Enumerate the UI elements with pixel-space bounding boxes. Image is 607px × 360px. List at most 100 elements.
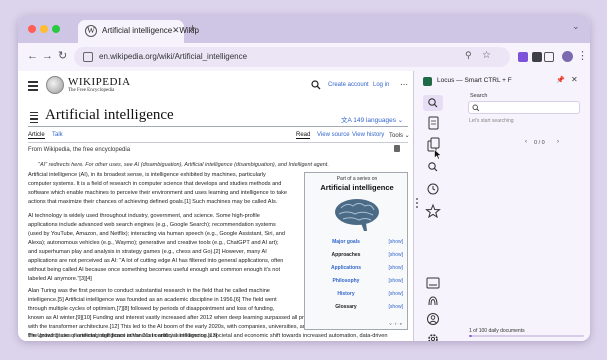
infobox-row-approaches[interactable]: Approaches [show] [311, 252, 403, 262]
window-minimize-button[interactable] [40, 25, 48, 33]
reload-button[interactable]: ↻ [58, 50, 67, 62]
browser-tab-active[interactable]: W Artificial intelligence - Wikip ✕ [78, 20, 199, 43]
previous-match-icon[interactable]: ‹ [525, 139, 527, 145]
tab-view-history[interactable]: View history [352, 132, 384, 138]
daily-quota-bar-fill [469, 335, 473, 337]
tools-dropdown[interactable]: Tools ⌄ [389, 132, 410, 139]
infobox-row-label[interactable]: Applications [311, 265, 381, 271]
window-close-button[interactable] [28, 25, 36, 33]
browser-menu-icon[interactable]: ⋮ [577, 50, 588, 62]
match-pager: ‹ 0 / 0 › [525, 139, 559, 146]
account-icon[interactable] [422, 311, 444, 327]
infobox-row-philosophy[interactable]: Philosophy [show] [311, 278, 403, 288]
hatnote: "AI" redirects here. For other uses, see… [38, 162, 329, 168]
infobox-row-applications[interactable]: Applications [show] [311, 265, 403, 275]
page-title: Artificial intelligence [45, 107, 174, 123]
browser-toolbar: ← → ↻ en.wikipedia.org/wiki/Artificial_i… [18, 43, 590, 71]
infobox-vte-links[interactable]: v · t · e [390, 321, 402, 326]
create-account-link[interactable]: Create account [328, 82, 369, 88]
paragraph-line: applications are not perceived as AI: "A… [28, 258, 284, 264]
keyboard-icon[interactable] [422, 275, 444, 291]
fingerprint-icon[interactable] [422, 293, 444, 309]
tab-read[interactable]: Read [296, 132, 311, 139]
paragraph-line: through multiple cycles of optimism,[7][… [28, 306, 275, 312]
settings-icon[interactable] [422, 331, 444, 341]
locus-logo-icon [423, 77, 432, 86]
zoom-icon[interactable]: ⚲ [465, 50, 472, 61]
tab-close-icon[interactable]: ✕ [172, 25, 180, 36]
search-icon[interactable] [422, 95, 444, 111]
match-counter: 0 / 0 [534, 140, 545, 146]
side-panel-icon[interactable] [544, 52, 554, 62]
window-maximize-button[interactable] [52, 25, 60, 33]
tab-strip: W Artificial intelligence - Wikip ✕ + ⌄ [18, 15, 590, 43]
language-count[interactable]: 149 languages [353, 117, 396, 124]
browser-window: W Artificial intelligence - Wikip ✕ + ⌄ … [18, 15, 590, 341]
infobox-row-label[interactable]: Major goals [311, 239, 381, 245]
log-in-link[interactable]: Log in [373, 82, 389, 88]
intro-paragraph-1: Artificial intelligence (AI), in its bro… [28, 171, 298, 207]
forward-button[interactable]: → [42, 50, 53, 62]
star-icon[interactable] [422, 203, 444, 219]
paragraph-line: software which enable machines to percei… [28, 190, 288, 196]
paragraph-line: AI technology is widely used throughout … [28, 213, 260, 219]
toc-toggle-icon[interactable] [30, 112, 38, 125]
paragraph-line: labeled AI anymore."[3][4] [28, 276, 92, 282]
protected-lock-icon[interactable] [394, 145, 400, 152]
language-selector[interactable]: 文A 149 languages ⌄ [341, 114, 403, 124]
extensions-puzzle-icon[interactable] [532, 52, 542, 62]
infobox-show-toggle[interactable]: [show] [389, 239, 403, 245]
tools-label[interactable]: Tools [389, 133, 403, 139]
infobox-row-glossary[interactable]: Glossary [show] [311, 304, 403, 314]
intro-paragraph-2: AI technology is widely used throughout … [28, 212, 298, 284]
infobox-show-toggle[interactable]: [show] [389, 265, 403, 271]
new-tab-button[interactable]: + [189, 21, 196, 35]
pin-icon[interactable]: 📌 [556, 76, 565, 84]
infobox-row-history[interactable]: History [show] [311, 291, 403, 301]
infobox-row-label[interactable]: History [311, 291, 381, 297]
tab-search-chevron-icon[interactable]: ⌄ [572, 21, 580, 32]
search-field[interactable] [468, 101, 580, 114]
address-bar[interactable]: en.wikipedia.org/wiki/Artificial_intelli… [74, 47, 510, 67]
infobox-row-label[interactable]: Philosophy [311, 278, 381, 284]
url-text[interactable]: en.wikipedia.org/wiki/Artificial_intelli… [99, 52, 247, 61]
infobox-show-toggle[interactable]: [show] [389, 304, 403, 310]
personal-tools-more-icon[interactable]: ⋯ [400, 80, 408, 89]
brain-illustration[interactable] [327, 196, 387, 232]
next-match-icon[interactable]: › [557, 139, 559, 145]
search-settings-icon[interactable] [422, 159, 444, 175]
panel-close-icon[interactable]: ✕ [571, 75, 578, 84]
paragraph-line: (used by YouTube, Amazon, and Netflix); … [28, 231, 285, 237]
paragraph-4-start: The growing use of artificial intelligen… [28, 333, 388, 339]
daily-quota-text: 1 of 100 daily documents [469, 328, 525, 334]
infobox-row-major-goals[interactable]: Major goals [show] [311, 239, 403, 249]
bookmark-star-icon[interactable]: ☆ [482, 50, 491, 61]
tab-view-source[interactable]: View source [317, 132, 350, 138]
search-input[interactable] [483, 103, 575, 113]
document-icon[interactable] [422, 115, 444, 131]
panel-header: Locus — Smart CTRL + F 📌 ✕ [414, 71, 590, 91]
main-menu-icon[interactable] [28, 81, 38, 93]
history-icon[interactable] [422, 181, 444, 197]
panel-search-view: Search Let's start searching ‹ 0 / 0 › 1… [448, 91, 590, 341]
infobox-title[interactable]: Artificial intelligence [305, 183, 409, 192]
panel-resize-handle[interactable] [416, 198, 418, 210]
locus-extension-icon[interactable] [518, 52, 528, 62]
infobox-show-toggle[interactable]: [show] [389, 252, 403, 258]
tab-talk[interactable]: Talk [52, 132, 63, 138]
ai-series-infobox: Part of a series on Artificial intellige… [304, 172, 408, 330]
tab-article[interactable]: Article [28, 132, 45, 139]
paragraph-line: Artificial intelligence (AI), in its bro… [28, 172, 266, 178]
infobox-show-toggle[interactable]: [show] [389, 278, 403, 284]
mouse-pointer-icon [434, 149, 442, 160]
infobox-show-toggle[interactable]: [show] [389, 291, 403, 297]
wikipedia-page: WIKIPEDIA The Free Encyclopedia Create a… [18, 71, 413, 341]
paragraph-line: applications include advanced web search… [28, 222, 276, 228]
wikipedia-wordmark[interactable]: WIKIPEDIA [68, 76, 131, 88]
site-info-icon[interactable] [83, 52, 93, 62]
wikipedia-globe-logo[interactable] [46, 76, 64, 94]
paragraph-line: and superhuman play and analysis in stra… [28, 249, 267, 255]
profile-avatar[interactable] [562, 51, 573, 62]
search-icon[interactable] [311, 80, 321, 90]
back-button[interactable]: ← [27, 50, 38, 62]
